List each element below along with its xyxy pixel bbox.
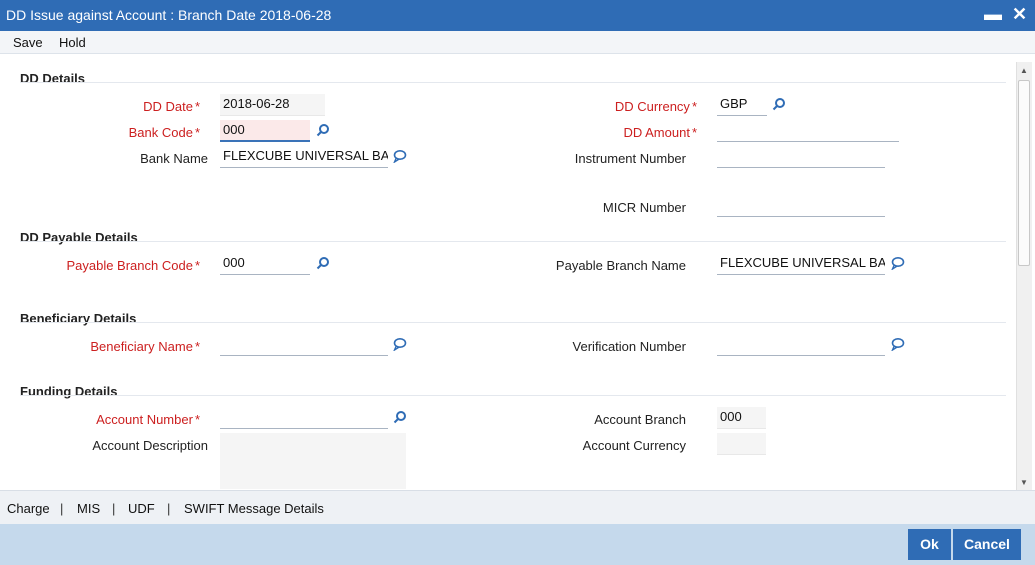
beneficiary-name-label: Beneficiary Name * (90, 339, 200, 354)
account-currency-field[interactable] (717, 433, 766, 455)
tab-separator: | (167, 501, 171, 516)
instrument-number-label: Instrument Number (574, 151, 686, 166)
dd-currency-input[interactable]: GBP (717, 94, 767, 116)
section-divider (20, 395, 1006, 396)
scroll-down-icon[interactable]: ▼ (1019, 478, 1029, 488)
bank-code-label: Bank Code * (128, 125, 200, 140)
section-divider (20, 241, 1006, 242)
bank-name-field[interactable]: FLEXCUBE UNIVERSAL BA (220, 146, 388, 168)
subsystem-tabbar: Charge | MIS | UDF | SWIFT Message Detai… (0, 490, 1035, 524)
scroll-up-icon[interactable]: ▲ (1019, 66, 1029, 76)
section-title-dd-details: DD Details (20, 71, 86, 86)
search-icon[interactable] (393, 410, 407, 424)
comment-icon[interactable] (393, 337, 407, 351)
dd-date-field[interactable]: 2018-06-28 (220, 94, 325, 116)
section-divider (20, 82, 1006, 83)
search-icon[interactable] (772, 97, 786, 111)
tab-swift-message-details[interactable]: SWIFT Message Details (184, 501, 324, 516)
payable-branch-name-label: Payable Branch Name (555, 258, 686, 273)
search-icon[interactable] (316, 256, 330, 270)
section-divider (20, 322, 1006, 323)
account-currency-label: Account Currency (582, 438, 686, 453)
comment-icon[interactable] (891, 256, 905, 270)
section-title-funding: Funding Details (20, 384, 118, 399)
tab-charge[interactable]: Charge (7, 501, 50, 516)
bank-name-label: Bank Name (140, 151, 208, 166)
tab-separator: | (112, 501, 116, 516)
dd-amount-label: DD Amount * (623, 125, 697, 140)
verification-number-input[interactable] (717, 334, 885, 356)
dialog-footer: Ok Cancel (0, 524, 1035, 565)
instrument-number-input[interactable] (717, 146, 885, 168)
tab-separator: | (60, 501, 64, 516)
account-branch-field[interactable]: 000 (717, 407, 766, 429)
micr-number-input[interactable] (717, 195, 885, 217)
minimize-icon[interactable]: ▬ (984, 4, 1002, 25)
payable-branch-code-input[interactable]: 000 (220, 253, 310, 275)
payable-branch-name-field[interactable]: FLEXCUBE UNIVERSAL BA (717, 253, 885, 275)
account-number-input[interactable] (220, 407, 388, 429)
payable-branch-code-label: Payable Branch Code * (66, 258, 200, 273)
save-button[interactable]: Save (13, 35, 43, 50)
dd-date-label: DD Date * (143, 99, 200, 114)
ok-button[interactable]: Ok (908, 529, 951, 560)
form-content: DD Details DD Date * 2018-06-28 Bank Code… (0, 54, 1016, 489)
hold-button[interactable]: Hold (59, 35, 86, 50)
account-description-field[interactable] (220, 433, 406, 489)
bank-code-input[interactable]: 000 (220, 120, 310, 142)
comment-icon[interactable] (393, 149, 407, 163)
section-title-payable: DD Payable Details (20, 230, 138, 245)
toolbar: Save Hold (0, 31, 1035, 54)
account-number-label: Account Number * (96, 412, 200, 427)
search-icon[interactable] (316, 123, 330, 137)
close-icon[interactable]: ✕ (1012, 4, 1027, 25)
micr-number-label: MICR Number (602, 200, 686, 215)
dd-amount-input[interactable] (717, 120, 899, 142)
comment-icon[interactable] (891, 337, 905, 351)
dd-currency-label: DD Currency * (614, 99, 697, 114)
cancel-button[interactable]: Cancel (953, 529, 1021, 560)
scrollbar-thumb[interactable] (1018, 80, 1030, 266)
verification-number-label: Verification Number (572, 339, 686, 354)
beneficiary-name-input[interactable] (220, 334, 388, 356)
section-title-beneficiary: Beneficiary Details (20, 311, 137, 326)
account-branch-label: Account Branch (594, 412, 686, 427)
window-title: DD Issue against Account : Branch Date 2… (6, 7, 332, 23)
tab-mis[interactable]: MIS (77, 501, 100, 516)
tab-udf[interactable]: UDF (128, 501, 155, 516)
account-description-label: Account Description (92, 438, 208, 453)
window-titlebar: DD Issue against Account : Branch Date 2… (0, 0, 1035, 31)
